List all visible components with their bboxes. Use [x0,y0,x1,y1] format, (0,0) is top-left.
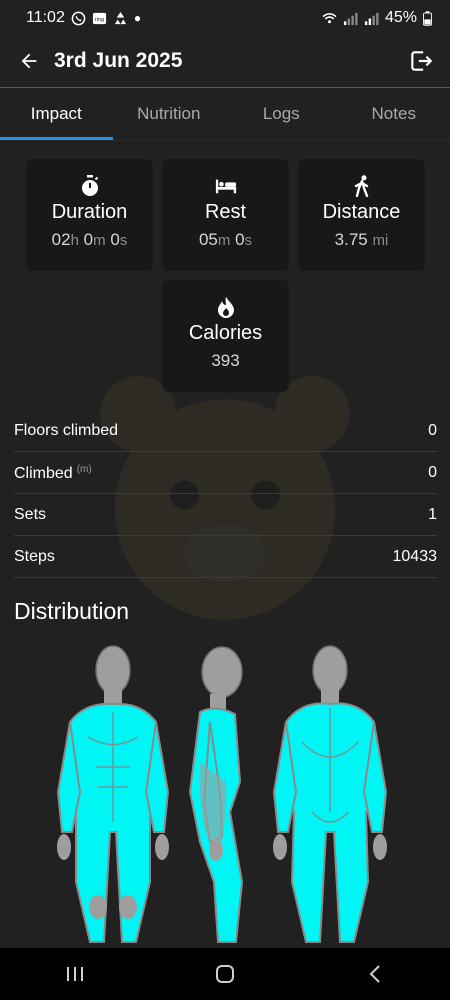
duration-hours-unit: h [70,232,79,249]
rest-card: Rest 05m 0s [162,159,289,271]
wifi-icon [322,12,337,23]
distribution-title: Distribution [14,598,130,624]
stat-label-text: Steps [14,548,55,565]
svg-text:ring: ring [95,16,104,22]
battery-icon [423,10,432,26]
system-nav-bar [0,948,450,1000]
home-icon[interactable] [195,954,255,994]
back-body-figure [272,645,388,943]
status-bar-right: 45% [322,9,432,27]
tab-bar: Impact Nutrition Logs Notes [0,88,450,140]
duration-seconds-unit: s [119,232,128,249]
rest-title: Rest [204,201,247,223]
duration-value: 02h 0m 0s [52,230,128,250]
rest-minutes: 05 [198,230,218,249]
rest-seconds-unit: s [244,232,253,249]
flame-icon [215,296,237,318]
tab-impact[interactable]: Impact [0,88,113,140]
whatsapp-icon [71,11,86,25]
export-icon[interactable] [406,46,436,76]
duration-seconds: 0 [105,230,120,249]
distance-value: 3.75 mi [335,230,389,250]
stat-value: 0 [428,422,437,439]
recents-icon[interactable] [45,954,105,994]
stopwatch-icon [79,175,101,197]
tabs-border [0,140,450,141]
duration-hours: 02 [51,230,71,249]
tab-notes[interactable]: Notes [338,88,450,140]
stat-label: Sets [14,506,46,524]
front-body-figure [56,645,170,943]
stat-value: 1 [428,506,437,523]
ring-icon: ring [92,12,106,24]
calories-value: 393 [211,351,240,370]
stat-row-sets: Sets 1 [14,495,437,536]
nav-back-icon[interactable] [345,954,405,994]
distance-card: Distance 3.75 mi [298,159,425,271]
distance-title: Distance [322,201,401,223]
stat-label-text: Sets [14,506,47,523]
stat-value: 0 [428,464,437,481]
stat-row-floors: Floors climbed 0 [14,411,437,452]
status-bar-left: 11:02 ring ● [26,9,141,27]
page-title: 3rd Jun 2025 [54,49,183,72]
stat-row-steps: Steps 10433 [14,537,437,578]
signal-icon [343,12,358,25]
stat-label: Floors climbed [14,422,118,440]
duration-minutes: 0 [78,230,94,249]
muscle-distribution-figure [56,645,388,943]
calories-title: Calories [188,322,263,344]
back-arrow-icon[interactable] [14,46,44,76]
dot-icon: ● [133,11,142,25]
signal-icon-2 [364,12,379,25]
tab-nutrition[interactable]: Nutrition [113,88,226,140]
duration-card: Duration 02h 0m 0s [26,159,153,271]
status-bar: 11:02 ring ● 45% [0,0,450,36]
stat-label: Steps [14,548,55,566]
stats-list: Floors climbed 0 Climbed (m) 0 Sets 1 Ste… [14,411,437,579]
duration-title: Duration [51,201,128,223]
stat-row-climbed: Climbed (m) 0 [14,453,437,494]
distance-number: 3.75 [334,230,368,249]
rest-seconds: 0 [230,230,245,249]
app-header: 3rd Jun 2025 [0,36,450,86]
side-body-figure [188,646,244,943]
status-time: 11:02 [26,9,65,26]
calories-card: Calories 393 [162,280,289,392]
recycle-icon [114,11,126,24]
walking-icon [351,175,373,197]
stat-unit: (m) [76,463,92,475]
bed-icon [215,175,237,197]
duration-minutes-unit: m [93,232,106,249]
distance-unit: mi [372,232,389,249]
stat-label-text: Floors climbed [14,422,119,439]
stat-label: Climbed (m) [14,464,92,483]
rest-minutes-unit: m [217,232,231,249]
stat-label-text: Climbed [14,464,73,482]
stat-value: 10433 [392,548,438,565]
rest-value: 05m 0s [199,230,252,250]
tab-logs[interactable]: Logs [225,88,338,140]
battery-percent: 45% [384,9,417,26]
